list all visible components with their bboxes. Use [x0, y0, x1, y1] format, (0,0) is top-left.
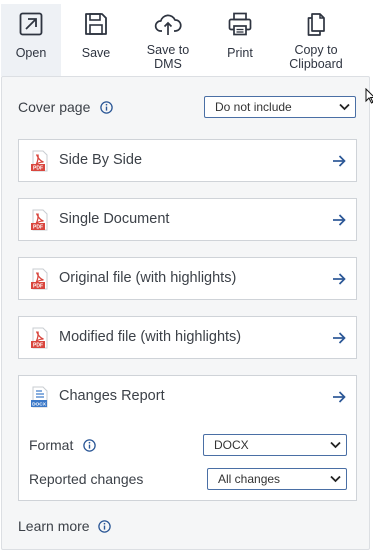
pdf-file-icon: PDF: [31, 268, 48, 290]
learn-more-label: Learn more: [18, 518, 90, 534]
svg-text:DOCX: DOCX: [32, 402, 47, 408]
copy-to-clipboard-label-line2: Clipboard: [289, 57, 343, 71]
format-row: Format: [29, 437, 96, 455]
cover-page-select[interactable]: Do not include: [204, 96, 356, 118]
svg-text:PDF: PDF: [33, 284, 43, 290]
print-label: Print: [227, 46, 253, 60]
floppy-disk-icon: [85, 13, 107, 35]
cloud-upload-icon: [154, 14, 182, 35]
mouse-cursor-icon: [365, 88, 373, 104]
save-to-dms-label: Save to DMS: [147, 43, 189, 71]
pdf-file-icon: PDF: [31, 209, 48, 231]
side-by-side-option[interactable]: PDF Side By Side: [18, 139, 357, 182]
format-label: Format: [29, 437, 74, 453]
changes-report-title: Changes Report: [59, 388, 165, 404]
format-select[interactable]: DOCX: [203, 434, 347, 456]
export-panel: Cover page Do not include PDF Side By Si…: [1, 76, 370, 550]
changes-report-card: DOCX Changes Report Format DOCX Reported: [18, 375, 357, 501]
docx-file-icon: DOCX: [31, 386, 48, 408]
chevron-down-icon: [339, 103, 350, 111]
reported-changes-select[interactable]: All changes: [207, 468, 347, 490]
reported-changes-selected-value: All changes: [218, 472, 281, 486]
cover-page-row: Cover page: [18, 99, 113, 117]
save-to-dms-label-line1: Save to: [146, 43, 190, 57]
chevron-down-icon: [330, 475, 341, 483]
reported-changes-row: Reported changes: [29, 471, 143, 489]
save-to-dms-button[interactable]: Save to DMS: [137, 4, 199, 76]
save-to-dms-label-line2: DMS: [154, 57, 182, 71]
svg-text:PDF: PDF: [33, 225, 43, 231]
original-file-option[interactable]: PDF Original file (with highlights): [18, 257, 357, 300]
arrow-right-icon: [333, 155, 346, 167]
single-document-option[interactable]: PDF Single Document: [18, 198, 357, 241]
side-by-side-title: Side By Side: [59, 152, 143, 168]
chevron-down-icon: [330, 441, 341, 449]
format-selected-value: DOCX: [214, 438, 249, 452]
open-button[interactable]: Open: [1, 4, 61, 76]
cover-page-selected-value: Do not include: [215, 100, 292, 114]
modified-file-title: Modified file (with highlights): [59, 329, 242, 345]
save-button[interactable]: Save: [66, 4, 126, 76]
modified-file-option[interactable]: PDF Modified file (with highlights): [18, 316, 357, 359]
single-document-title: Single Document: [59, 211, 170, 227]
original-file-title: Original file (with highlights): [59, 270, 237, 286]
arrow-right-icon: [333, 273, 346, 285]
printer-icon: [228, 12, 252, 36]
cover-page-label: Cover page: [18, 99, 91, 115]
pdf-file-icon: PDF: [31, 150, 48, 172]
copy-to-clipboard-label-line1: Copy to: [294, 43, 338, 57]
reported-changes-label: Reported changes: [29, 471, 144, 487]
svg-text:PDF: PDF: [33, 343, 43, 349]
print-button[interactable]: Print: [210, 4, 270, 76]
pdf-file-icon: PDF: [31, 327, 48, 349]
export-toolbar: Open Save Save to DMS Print Copy to Clip…: [0, 0, 373, 77]
save-label: Save: [81, 46, 111, 60]
info-icon[interactable]: [100, 101, 113, 114]
info-icon[interactable]: [83, 439, 96, 452]
arrow-right-icon: [333, 214, 346, 226]
arrow-right-icon: [333, 391, 346, 403]
info-icon: [98, 520, 112, 533]
arrow-right-icon: [333, 332, 346, 344]
learn-more-link[interactable]: Learn more: [18, 518, 112, 534]
copy-to-clipboard-button[interactable]: Copy to Clipboard: [282, 4, 350, 76]
copy-to-clipboard-label: Copy to Clipboard: [289, 43, 343, 71]
svg-text:PDF: PDF: [33, 166, 43, 172]
changes-report-option[interactable]: DOCX Changes Report: [19, 376, 356, 419]
open-external-icon: [19, 12, 43, 36]
clipboard-copy-icon: [307, 13, 325, 36]
open-label: Open: [15, 46, 47, 60]
